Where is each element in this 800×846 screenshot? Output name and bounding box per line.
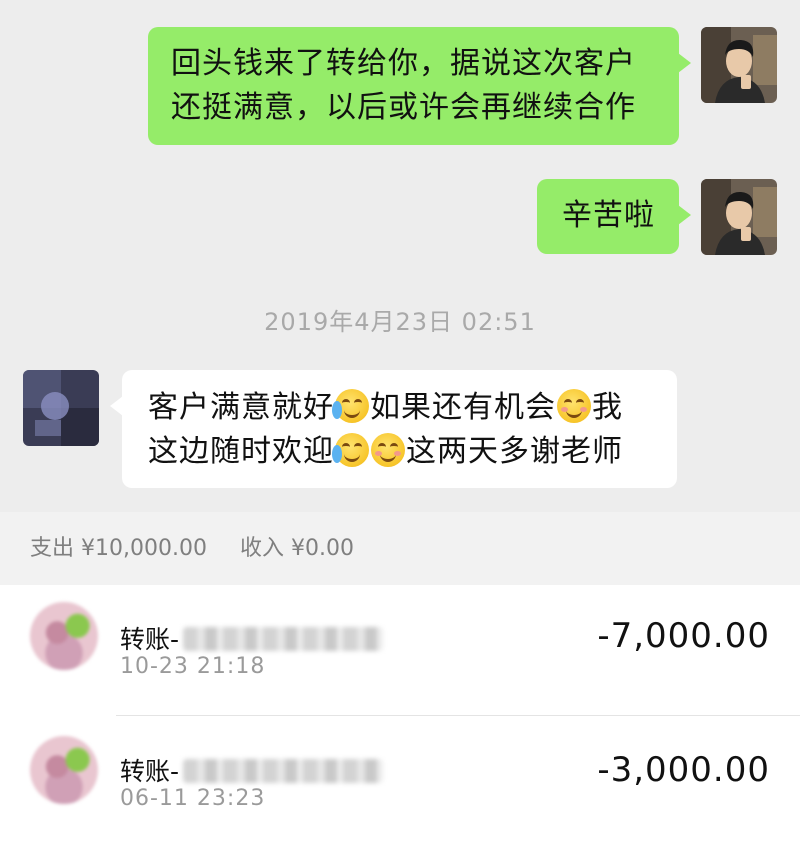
message-text: 这边随时欢迎 [148,434,334,469]
message-text: 这两天多谢老师 [406,434,623,469]
payee-avatar [30,736,98,804]
contact-avatar[interactable] [23,370,99,446]
redacted-name [183,627,384,651]
smiling-blush-emoji [371,433,405,467]
message-text: 如果还有机会 [370,390,556,425]
transaction-amount: -3,000.00 [597,750,770,790]
transaction-list: 转账- 10-23 21:18 -7,000.00 转账- 06-11 23:2… [0,585,800,842]
transaction-title: 转账- [120,752,384,788]
outgoing-message[interactable]: 回头钱来了转给你，据说这次客户 还挺满意，以后或许会再继续合作 [148,27,691,145]
crying-laughing-emoji [332,433,369,467]
message-text: 我 [592,390,623,425]
transaction-time: 06-11 23:23 [120,786,266,811]
my-avatar[interactable] [701,27,777,103]
message-line: 回头钱来了转给你，据说这次客户 [171,46,636,81]
expense-total: 支出 ¥10,000.00 [30,536,207,561]
crying-laughing-emoji [332,389,369,423]
redacted-name [183,759,384,783]
chat-area: 回头钱来了转给你，据说这次客户 还挺满意，以后或许会再继续合作 辛苦啦 2019… [0,0,800,512]
outgoing-message[interactable]: 辛苦啦 [537,179,691,254]
chat-timestamp: 2019年4月23日 02:51 [264,308,536,336]
transaction-amount: -7,000.00 [597,616,770,656]
message-line: 辛苦啦 [562,198,655,233]
payee-avatar [30,602,98,670]
message-line: 客户满意就好 如果还有机会 我 [148,386,677,430]
transaction-title: 转账- [120,620,384,656]
bill-summary: 支出 ¥10,000.00 收入 ¥0.00 [0,512,800,585]
transaction-row[interactable]: 转账- 06-11 23:23 -3,000.00 [0,716,800,846]
message-line: 这边随时欢迎 这两天多谢老师 [148,430,677,474]
income-total: 收入 ¥0.00 [239,536,354,561]
message-line: 还挺满意，以后或许会再继续合作 [171,90,636,125]
transaction-row[interactable]: 转账- 10-23 21:18 -7,000.00 [0,585,800,716]
message-text: 客户满意就好 [148,390,334,425]
transaction-time: 10-23 21:18 [120,654,266,679]
incoming-message[interactable]: 客户满意就好 如果还有机会 我 这边随时欢迎 这两天多谢老师 [110,370,677,488]
smiling-blush-emoji [557,389,591,423]
my-avatar[interactable] [701,179,777,255]
